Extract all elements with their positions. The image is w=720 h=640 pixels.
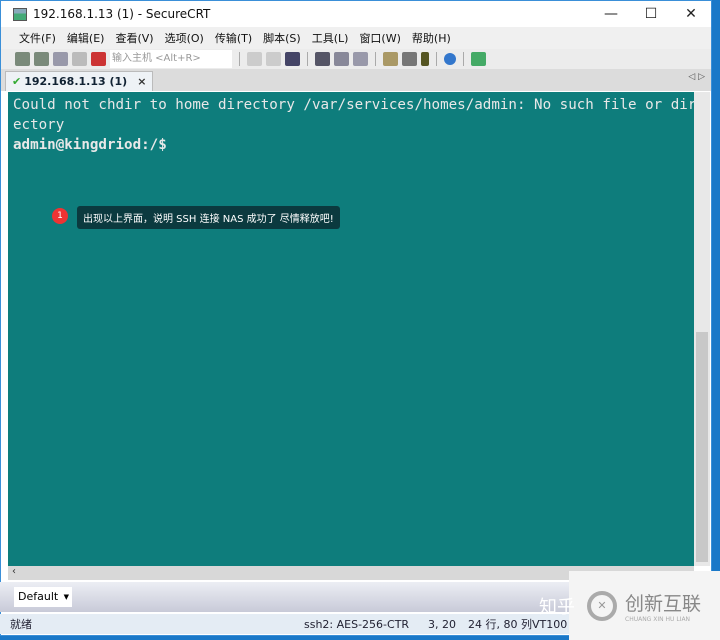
- annotation-badge: 1: [52, 208, 68, 224]
- brand-sub: CHUANG XIN HU LIAN: [625, 615, 691, 623]
- maximize-button[interactable]: ☐: [631, 6, 671, 22]
- close-button[interactable]: ✕: [671, 6, 711, 22]
- annotation-tooltip: 出现以上界面，说明 SSH 连接 NAS 成功了 尽情释放吧!: [77, 206, 340, 229]
- zhihu-watermark: 知乎: [539, 597, 575, 618]
- terminal-line: Could not chdir to home directory /var/s…: [13, 97, 697, 113]
- print-selection-icon[interactable]: [334, 52, 349, 66]
- session-select[interactable]: Default ▼: [14, 587, 72, 607]
- brand-logo-icon: ✕: [587, 590, 617, 621]
- tab-scroll-arrows[interactable]: ◁ ▷: [688, 72, 705, 82]
- connect-tab-icon[interactable]: [53, 52, 68, 66]
- sftp-icon[interactable]: [471, 52, 486, 66]
- find-icon[interactable]: [285, 52, 300, 66]
- menu-script[interactable]: 脚本(S): [263, 30, 301, 46]
- watermark: ✕ 创新互联 CHUANG XIN HU LIAN 知乎: [539, 571, 720, 640]
- status-size: 24 行, 80 列: [468, 618, 532, 631]
- menu-window[interactable]: 窗口(W): [359, 30, 400, 46]
- connect-icon[interactable]: [15, 52, 30, 66]
- tab-session[interactable]: ✔ 192.168.1.13 (1) ×: [5, 71, 154, 91]
- vertical-scrollbar[interactable]: [694, 92, 710, 566]
- terminal-prompt: admin@kingdriod:/$: [13, 137, 167, 153]
- menu-options[interactable]: 选项(O): [165, 30, 204, 46]
- global-options-icon[interactable]: [402, 52, 417, 66]
- print-setup-icon[interactable]: [353, 52, 368, 66]
- separator: [307, 52, 308, 66]
- dropdown-arrow-icon: ▼: [63, 593, 69, 601]
- scroll-thumb[interactable]: [696, 332, 708, 562]
- menu-edit[interactable]: 编辑(E): [67, 30, 105, 46]
- terminal[interactable]: Could not chdir to home directory /var/s…: [8, 92, 697, 566]
- app-icon: [13, 7, 27, 21]
- tab-label: 192.168.1.13 (1): [24, 75, 128, 88]
- status-cursor: 3, 20: [428, 617, 456, 631]
- status-term: VT100: [532, 617, 568, 631]
- brand-name: 创新互联: [625, 592, 702, 615]
- status-ready: 就绪: [10, 618, 32, 631]
- menu-transfer[interactable]: 传输(T): [215, 30, 252, 46]
- menu-view[interactable]: 查看(V): [115, 30, 153, 46]
- separator: [375, 52, 376, 66]
- host-input[interactable]: 输入主机 <Alt+R>: [110, 50, 232, 68]
- help-icon[interactable]: [444, 53, 456, 65]
- session-options-icon[interactable]: [383, 52, 398, 66]
- terminal-line: ectory: [13, 117, 65, 133]
- title-bar: 192.168.1.13 (1) - SecureCRT — ☐ ✕: [1, 1, 711, 27]
- keymap-icon[interactable]: [421, 52, 429, 66]
- menu-bar: 文件(F) 编辑(E) 查看(V) 选项(O) 传输(T) 脚本(S) 工具(L…: [1, 27, 711, 49]
- separator: [436, 52, 437, 66]
- toolbar: 输入主机 <Alt+R>: [1, 49, 711, 69]
- paste-icon[interactable]: [266, 52, 281, 66]
- separator: [463, 52, 464, 66]
- quick-connect-icon[interactable]: [34, 52, 49, 66]
- print-icon[interactable]: [315, 52, 330, 66]
- reconnect-icon[interactable]: [72, 52, 87, 66]
- minimize-button[interactable]: —: [591, 6, 631, 22]
- separator: [239, 52, 240, 66]
- menu-help[interactable]: 帮助(H): [412, 30, 451, 46]
- copy-icon[interactable]: [247, 52, 262, 66]
- tab-bar: ✔ 192.168.1.13 (1) × ◁ ▷: [1, 69, 711, 91]
- disconnect-icon[interactable]: [91, 52, 106, 66]
- menu-tools[interactable]: 工具(L): [312, 30, 349, 46]
- connected-check-icon: ✔: [12, 75, 22, 88]
- menu-file[interactable]: 文件(F): [19, 30, 56, 46]
- tab-close-icon[interactable]: ×: [137, 75, 146, 88]
- status-cipher: ssh2: AES-256-CTR: [304, 617, 410, 631]
- window-title: 192.168.1.13 (1) - SecureCRT: [33, 7, 211, 21]
- session-select-value: Default: [18, 590, 59, 603]
